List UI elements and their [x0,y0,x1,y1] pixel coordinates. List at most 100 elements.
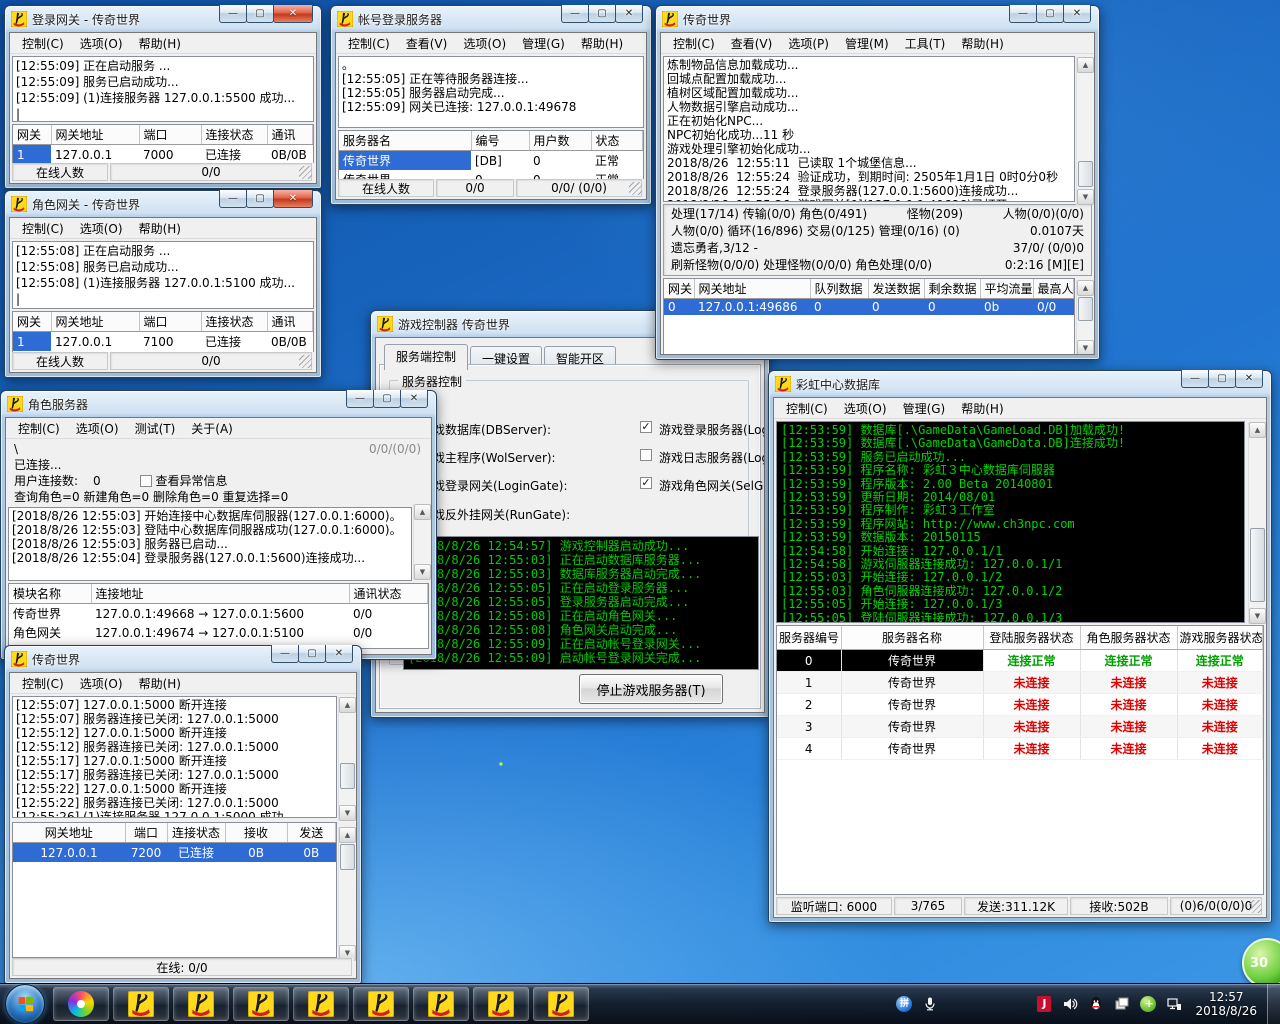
scroll-thumb[interactable] [340,763,355,789]
col-game-state[interactable]: 游戏服务器状态 [1177,626,1263,650]
loginserver-checkbox[interactable] [640,421,652,433]
close-button[interactable]: ✕ [273,190,313,208]
scroll-up-icon[interactable]: ▲ [1077,280,1094,296]
menu-options[interactable]: 选项(O) [72,673,131,694]
taskbar-button-app-7[interactable] [473,987,529,1021]
close-button[interactable]: ✕ [1235,370,1263,388]
col-queue[interactable]: 队列数据 [810,279,868,299]
menu-control[interactable]: 控制(C) [14,218,72,239]
scroll-up-icon[interactable]: ▲ [339,697,356,713]
gateway-row[interactable]: 0 127.0.0.1:49686 0 0 0 0b 0/0 [664,299,1074,316]
col-port[interactable]: 端口 [125,823,167,843]
tab-server-control[interactable]: 服务端控制 [384,344,468,370]
menu-help[interactable]: 帮助(H) [953,33,1011,54]
menu-help[interactable]: 帮助(H) [131,673,189,694]
menu-control[interactable]: 控制(C) [14,673,72,694]
resize-grip[interactable] [629,182,642,195]
taskbar-button-app-1[interactable] [113,987,169,1021]
menu-help[interactable]: 帮助(H) [131,33,189,54]
qq-tray-icon[interactable] [1087,995,1105,1013]
log-scrollbar[interactable]: ▲ ▼ [413,504,431,580]
server-row[interactable]: 3 传奇世界 未连接 未连接 未连接 [777,716,1263,738]
col-address[interactable]: 网关地址 [51,312,139,332]
col-server-id[interactable]: 服务器编号 [777,626,841,650]
menu-options[interactable]: 选项(P) [780,33,837,54]
menu-help[interactable]: 帮助(H) [953,398,1011,419]
titlebar[interactable]: 传奇世界 — ▢ ✕ [5,646,361,672]
resize-grip[interactable] [1249,900,1262,913]
menu-view[interactable]: 查看(V) [723,33,781,54]
scroll-down-icon[interactable]: ▼ [339,805,356,821]
minimize-button[interactable]: — [271,645,299,663]
reader-tray-icon[interactable]: J [1035,995,1053,1013]
col-conn-address[interactable]: 连接地址 [91,584,349,604]
titlebar[interactable]: 角色服务器 — ▢ ✕ [1,391,436,417]
maximize-button[interactable]: ▢ [246,5,274,23]
minimize-button[interactable]: — [1181,370,1209,388]
col-status[interactable]: 状态 [591,131,643,151]
menu-help[interactable]: 帮助(H) [131,218,189,239]
menu-options[interactable]: 选项(O) [72,33,131,54]
scroll-down-icon[interactable]: ▼ [1249,608,1266,624]
maximize-button[interactable]: ▢ [298,645,326,663]
close-button[interactable]: ✕ [400,390,428,408]
pinyin-input-tray-icon[interactable]: 拼 [895,995,913,1013]
close-button[interactable]: ✕ [1063,5,1091,23]
table-scrollbar[interactable]: ▲ ▼ [338,827,356,961]
scroll-down-icon[interactable]: ▼ [1077,189,1094,205]
col-state[interactable]: 连接状态 [201,312,267,332]
menu-control[interactable]: 控制(C) [778,398,836,419]
maximize-button[interactable]: ▢ [588,5,616,23]
close-button[interactable]: ✕ [615,5,643,23]
col-max-users[interactable]: 最高人数 [1033,279,1074,299]
volume-tray-icon[interactable] [1061,995,1079,1013]
server-row[interactable]: 0 传奇世界 连接正常 连接正常 连接正常 [777,650,1263,672]
menu-control[interactable]: 控制(C) [10,418,68,439]
col-port[interactable]: 端口 [139,125,201,145]
col-id[interactable]: 编号 [471,131,529,151]
maximize-button[interactable]: ▢ [373,390,401,408]
menu-options[interactable]: 选项(O) [836,398,895,419]
col-users[interactable]: 用户数 [529,131,591,151]
col-module[interactable]: 模块名称 [9,584,91,604]
scroll-down-icon[interactable]: ▼ [414,564,431,580]
titlebar[interactable]: 登录网关 - 传奇世界 — ▢ ✕ [5,6,321,32]
selgate-checkbox[interactable] [640,477,652,489]
menu-help[interactable]: 帮助(H) [573,33,631,54]
col-address[interactable]: 网关地址 [51,125,139,145]
titlebar[interactable]: 帐号登录服务器 — ▢ ✕ [331,6,651,32]
gateway-row[interactable]: 127.0.0.1 7200 已连接 0B 0B [13,843,336,863]
taskbar-button-app-2[interactable] [173,987,229,1021]
microphone-tray-icon[interactable] [921,995,939,1013]
maximize-button[interactable]: ▢ [246,190,274,208]
titlebar[interactable]: 角色网关 - 传奇世界 — ▢ ✕ [5,191,321,217]
scroll-thumb[interactable] [1078,161,1093,187]
gateway-row[interactable]: 1 127.0.0.1 7100 已连接 0B/0B [13,332,313,352]
col-role-state[interactable]: 角色服务器状态 [1080,626,1177,650]
start-button[interactable] [5,984,45,1024]
logserver-checkbox[interactable] [640,449,652,461]
log-scrollbar[interactable]: ▲ ▼ [1076,57,1094,205]
show-desktop-button[interactable] [1267,984,1280,1024]
resize-grip[interactable] [299,166,312,179]
menu-about[interactable]: 关于(A) [183,418,241,439]
window-stack-tray-icon[interactable] [1113,995,1131,1013]
server-row[interactable]: 传奇世界 [DB] 0 正常 [339,151,643,171]
menu-manage[interactable]: 管理(G) [514,33,573,54]
module-row[interactable]: 传奇世界 127.0.0.1:49668 → 127.0.0.1:5600 0/… [9,604,428,624]
server-row[interactable]: 2 传奇世界 未连接 未连接 未连接 [777,694,1263,716]
scroll-thumb[interactable] [1250,528,1265,602]
menu-options[interactable]: 选项(O) [68,418,127,439]
taskbar-clock[interactable]: 12:57 2018/8/26 [1195,990,1257,1018]
menu-options[interactable]: 选项(O) [72,218,131,239]
col-sent[interactable]: 发送 [287,823,336,843]
taskbar-button-app-4[interactable] [293,987,349,1021]
menu-view[interactable]: 查看(V) [398,33,456,54]
network-tray-icon[interactable] [1165,995,1183,1013]
taskbar-button-app-5[interactable] [353,987,409,1021]
scroll-up-icon[interactable]: ▲ [414,504,431,520]
col-traffic[interactable]: 通讯 [267,312,313,332]
safety-plus-tray-icon[interactable]: + [1139,995,1157,1013]
col-server-name[interactable]: 服务器名 [339,131,471,151]
log-scrollbar[interactable]: ▲ ▼ [338,697,356,821]
